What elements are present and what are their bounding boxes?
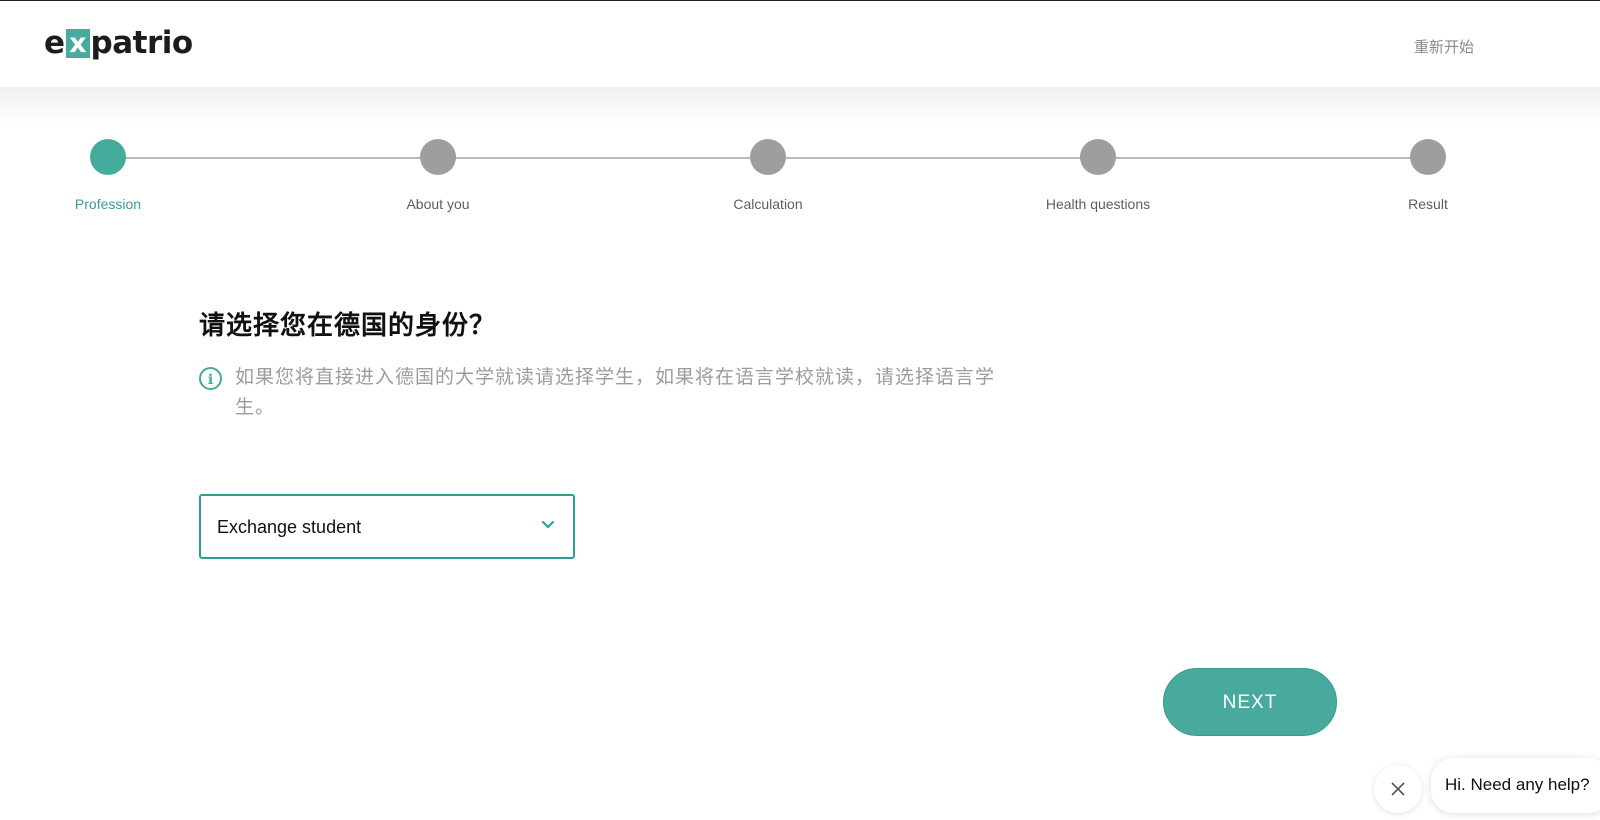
step-label: About you [406, 196, 470, 212]
next-button[interactable]: NEXT [1163, 668, 1337, 736]
select-value: Exchange student [217, 517, 362, 537]
expatrio-logo[interactable]: e x patrio [44, 23, 193, 63]
step-result: Result [1348, 139, 1508, 212]
header: e x patrio 重新开始 [0, 1, 1600, 87]
info-icon: i [199, 367, 222, 390]
step-label: Calculation [733, 196, 803, 212]
step-dot [90, 139, 126, 175]
hint-text: 如果您将直接进入德国的大学就读请选择学生，如果将在语言学校就读，请选择语言学生。 [235, 367, 996, 418]
step-dot [1410, 139, 1446, 175]
logo-part-patrio: patrio [90, 25, 194, 61]
step-profession: Profession [28, 139, 188, 212]
close-icon [1391, 782, 1405, 796]
progress-stepper: Profession About you Calculation Health … [0, 130, 1600, 220]
step-label: Health questions [1045, 196, 1151, 212]
chat-help-bubble[interactable]: Hi. Need any help? [1431, 758, 1600, 813]
chat-bubble-text: Hi. Need any help? [1445, 775, 1590, 794]
step-dot [420, 139, 456, 175]
step-health-questions: Health questions [1018, 139, 1178, 212]
step-calculation: Calculation [688, 139, 848, 212]
header-shadow [0, 87, 1600, 127]
chevron-down-icon [541, 520, 555, 529]
step-dot [750, 139, 786, 175]
logo-part-e: e [44, 25, 65, 61]
step-label: Profession [74, 196, 142, 212]
step-about-you: About you [358, 139, 518, 212]
logo-part-x: x [65, 28, 90, 58]
chat-close-button[interactable] [1374, 765, 1422, 813]
profession-select[interactable]: Exchange student [199, 494, 575, 559]
step-label: Result [1408, 196, 1448, 212]
restart-link[interactable]: 重新开始 [1414, 36, 1474, 57]
question-title: 请选择您在德国的身份？ [199, 310, 497, 340]
step-dot [1080, 139, 1116, 175]
